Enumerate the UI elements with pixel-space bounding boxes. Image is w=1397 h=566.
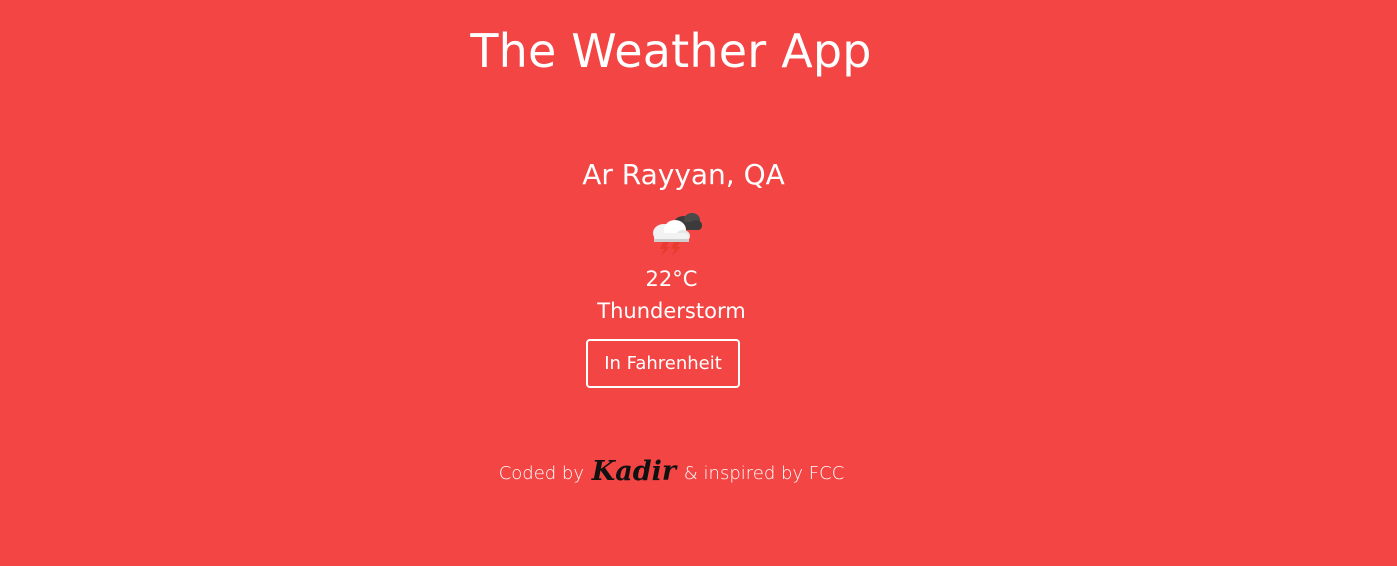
lightning-bolt-shape bbox=[660, 242, 670, 256]
lightning-bolt-shape bbox=[671, 242, 681, 256]
location-label: Ar Rayyan, QA bbox=[582, 158, 785, 191]
footer-suffix: & inspired by FCC bbox=[683, 463, 845, 484]
thunderstorm-icon bbox=[653, 213, 702, 256]
temperature-value: 22°C bbox=[645, 267, 698, 291]
app-title: The Weather App bbox=[470, 24, 872, 78]
weather-condition: Thunderstorm bbox=[597, 299, 746, 323]
footer-prefix: Coded by bbox=[498, 463, 584, 484]
author-name: Kadir bbox=[591, 456, 677, 487]
footer-credit: Coded by Kadir & inspired by FCC bbox=[0, 454, 1343, 492]
fahrenheit-toggle-button[interactable]: In Fahrenheit bbox=[586, 339, 740, 388]
